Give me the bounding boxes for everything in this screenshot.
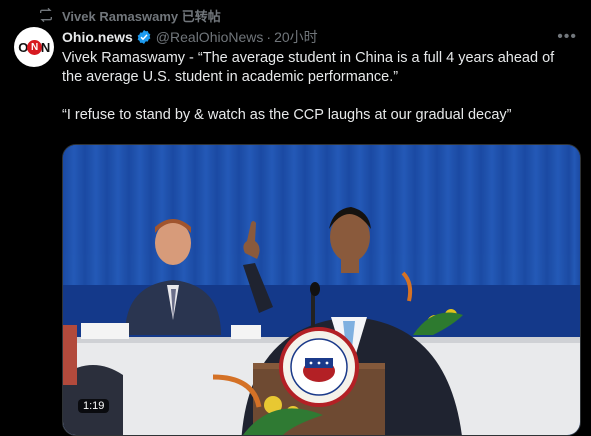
repost-label: Vivek Ramaswamy 已转帖 (62, 8, 221, 24)
repost-icon (40, 7, 52, 23)
tweet-header: Ohio.news @RealOhioNews · 20小时 ••• (62, 27, 577, 47)
more-options-icon[interactable]: ••• (557, 29, 577, 45)
repost-indicator[interactable]: Vivek Ramaswamy 已转帖 (38, 6, 221, 24)
post-time[interactable]: 20小时 (274, 27, 318, 47)
avatar-letter-n: N (40, 39, 50, 55)
video-frame (63, 145, 580, 435)
author-avatar[interactable]: ONN (14, 27, 54, 67)
author-name[interactable]: Ohio.news (62, 29, 133, 45)
video-player[interactable] (62, 144, 581, 436)
video-duration: 1:19 (78, 399, 110, 413)
author-handle[interactable]: @RealOhioNews (156, 29, 264, 45)
verified-badge-icon (137, 30, 151, 44)
tweet-paragraph-1: Vivek Ramaswamy - “The average student i… (62, 50, 555, 85)
separator-dot: · (266, 29, 272, 45)
tweet-body: Vivek Ramaswamy - “The average student i… (62, 49, 577, 144)
avatar-letter-mid: N (26, 39, 42, 55)
tweet-paragraph-2: “I refuse to stand by & watch as the CCP… (62, 107, 512, 123)
